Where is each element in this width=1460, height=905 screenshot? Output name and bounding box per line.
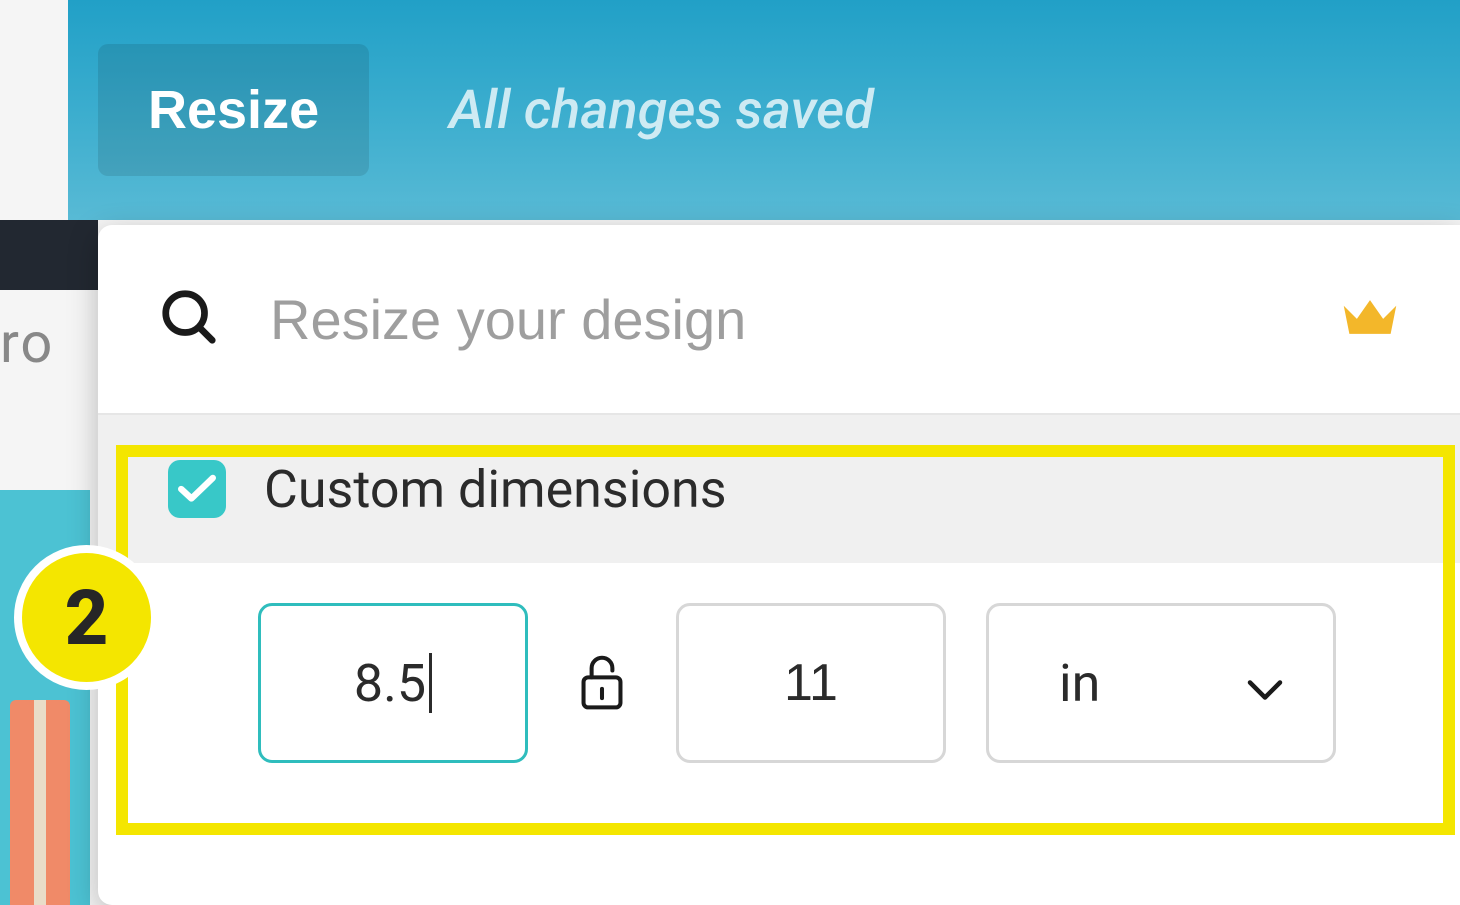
unit-value: in — [1059, 653, 1100, 714]
crown-icon — [1340, 293, 1400, 345]
tutorial-step-badge: 2 — [14, 545, 159, 690]
width-value: 8.5 — [354, 653, 426, 714]
save-status-text: All changes saved — [449, 79, 874, 142]
search-row — [98, 225, 1460, 415]
unlock-icon — [578, 700, 626, 715]
cropped-text-fragment: ro — [0, 310, 98, 376]
step-number: 2 — [65, 573, 109, 663]
height-input[interactable] — [676, 603, 946, 763]
resize-button-label: Resize — [148, 80, 319, 140]
width-input[interactable]: 8.5 — [258, 603, 528, 763]
resize-search-input[interactable] — [270, 287, 1290, 352]
search-icon — [158, 286, 220, 352]
custom-dimensions-checkbox[interactable] — [168, 460, 226, 518]
resize-dropdown-panel: Custom dimensions 8.5 in — [98, 225, 1460, 905]
custom-dimensions-label: Custom dimensions — [264, 459, 727, 520]
resize-button[interactable]: Resize — [98, 44, 369, 176]
chevron-down-icon — [1247, 653, 1283, 714]
app-header: Resize All changes saved — [68, 0, 1460, 220]
text-cursor — [429, 653, 432, 713]
custom-dimensions-row[interactable]: Custom dimensions — [98, 415, 1460, 563]
dimension-inputs-row: 8.5 in — [98, 563, 1460, 803]
unit-select[interactable]: in — [986, 603, 1336, 763]
left-sidebar-fragment — [0, 220, 98, 290]
aspect-lock-toggle[interactable] — [568, 642, 636, 725]
